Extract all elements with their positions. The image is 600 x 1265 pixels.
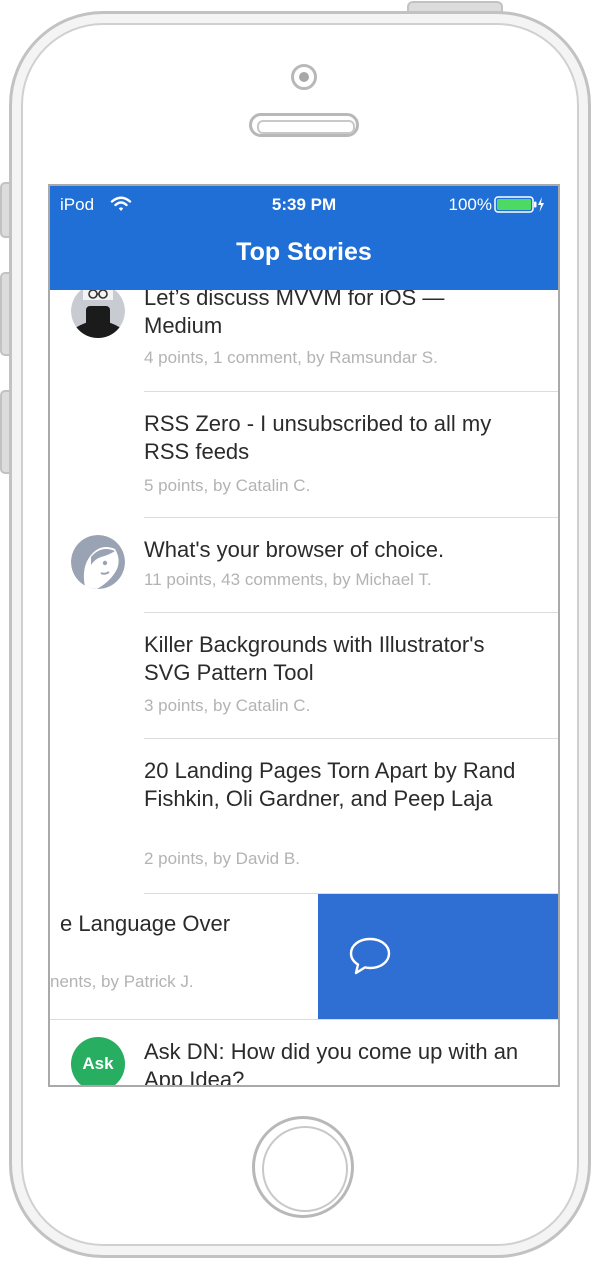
earpiece-speaker	[249, 113, 359, 137]
glasses-man-avatar	[71, 284, 125, 338]
story-meta: 4 points, 1 comment, by Ramsundar S.	[144, 348, 438, 367]
phone-screen: Let’s discuss MVVM for iOS — Medium 4 po…	[48, 184, 560, 1087]
swiped-story-row[interactable]: e Language Over nents, by Patrick J.	[50, 894, 558, 1019]
battery-charging-icon	[494, 196, 544, 213]
story-title[interactable]: What's your browser of choice.	[144, 536, 524, 564]
story-title[interactable]: Let’s discuss MVVM for iOS — Medium	[144, 284, 524, 340]
navigation-bar: iPod 5:39 PM 100% Top Stories	[50, 186, 558, 290]
story-row[interactable]: Let’s discuss MVVM for iOS — Medium 4 po…	[50, 284, 558, 392]
front-camera	[291, 64, 317, 90]
ask-badge-avatar: Ask	[71, 1037, 125, 1085]
story-row[interactable]: RSS Zero - I unsubscribed to all my RSS …	[50, 392, 558, 518]
story-row[interactable]: What's your browser of choice. 11 points…	[50, 518, 558, 613]
page-title: Top Stories	[236, 238, 372, 266]
story-title[interactable]: RSS Zero - I unsubscribed to all my RSS …	[144, 410, 524, 466]
status-bar: iPod 5:39 PM 100%	[50, 186, 558, 226]
story-title[interactable]: Killer Backgrounds with Illustrator's SV…	[144, 631, 524, 687]
swiped-story-content[interactable]: e Language Over nents, by Patrick J.	[50, 894, 318, 1019]
default-person-avatar	[71, 535, 125, 589]
story-meta: 5 points, by Catalin C.	[144, 476, 311, 495]
battery-percentage: 100%	[448, 195, 492, 214]
comment-bubble-icon	[349, 937, 391, 975]
story-meta: 2 points, by David B.	[144, 849, 300, 868]
story-row[interactable]: 20 Landing Pages Torn Apart by Rand Fish…	[50, 739, 558, 894]
home-button[interactable]	[252, 1116, 354, 1218]
story-row[interactable]: Killer Backgrounds with Illustrator's SV…	[50, 613, 558, 739]
story-meta: 11 points, 43 comments, by Michael T.	[144, 570, 432, 589]
comment-action-button[interactable]	[318, 894, 558, 1019]
story-meta: 3 points, by Catalin C.	[144, 696, 311, 715]
story-title[interactable]: 20 Landing Pages Torn Apart by Rand Fish…	[144, 757, 524, 813]
story-title[interactable]: Ask DN: How did you come up with an App …	[144, 1038, 524, 1085]
story-row[interactable]: Ask Ask DN: How did you come up with an …	[50, 1020, 558, 1085]
